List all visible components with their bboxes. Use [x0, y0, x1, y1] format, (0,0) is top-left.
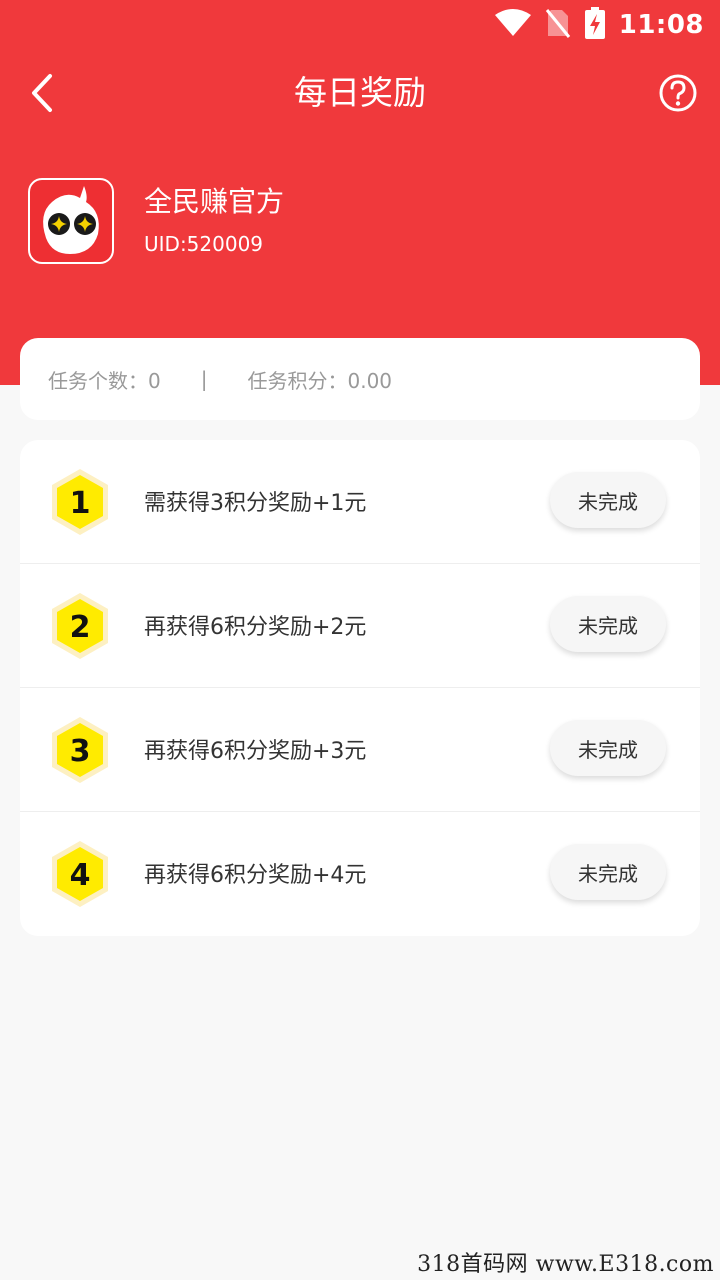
- watermark: 318首码网 www.E318.com: [417, 1252, 714, 1277]
- task-row: 2 再获得6积分奖励+2元 未完成: [20, 564, 700, 688]
- task-summary-card: 任务个数：0 | 任务积分：0.00: [20, 338, 700, 420]
- task-status-button[interactable]: 未完成: [550, 472, 666, 528]
- task-description: 再获得6积分奖励+2元: [144, 615, 367, 640]
- avatar: [28, 178, 114, 264]
- hexagon-number-badge-icon: 4: [52, 841, 108, 907]
- task-number: 3: [70, 734, 91, 769]
- hexagon-number-badge-icon: 1: [52, 469, 108, 535]
- task-list: 1 需获得3积分奖励+1元 未完成 2 再获得6积分奖励+2元 未完成 3 再获…: [20, 440, 700, 936]
- profile-uid: UID:520009: [144, 232, 264, 256]
- task-row: 1 需获得3积分奖励+1元 未完成: [20, 440, 700, 564]
- task-count: 任务个数：0: [48, 368, 161, 393]
- task-status-button[interactable]: 未完成: [550, 720, 666, 776]
- task-points: 任务积分：0.00: [247, 368, 393, 393]
- task-description: 再获得6积分奖励+3元: [144, 739, 367, 764]
- question-circle-icon: [659, 74, 697, 112]
- no-sim-icon: [545, 8, 571, 42]
- navigation-bar: 每日奖励: [0, 58, 720, 128]
- battery-charging-icon: [584, 7, 605, 43]
- task-row: 4 再获得6积分奖励+4元 未完成: [20, 812, 700, 936]
- wifi-icon: [494, 9, 531, 41]
- status-time: 11:08: [618, 10, 704, 40]
- task-status-button[interactable]: 未完成: [550, 596, 666, 652]
- page-title: 每日奖励: [294, 73, 426, 112]
- task-status-button[interactable]: 未完成: [550, 844, 666, 900]
- task-description: 再获得6积分奖励+4元: [144, 863, 367, 888]
- summary-separator: |: [200, 367, 208, 391]
- app-logo-icon: [43, 186, 99, 254]
- task-row: 3 再获得6积分奖励+3元 未完成: [20, 688, 700, 812]
- profile-name: 全民赚官方: [144, 185, 285, 218]
- help-button[interactable]: [658, 73, 698, 113]
- hexagon-number-badge-icon: 3: [52, 717, 108, 783]
- task-description: 需获得3积分奖励+1元: [144, 491, 367, 516]
- task-number: 2: [70, 610, 91, 645]
- hexagon-number-badge-icon: 2: [52, 593, 108, 659]
- task-number: 4: [70, 858, 91, 893]
- task-number: 1: [70, 486, 91, 521]
- status-bar: 11:08: [0, 0, 720, 50]
